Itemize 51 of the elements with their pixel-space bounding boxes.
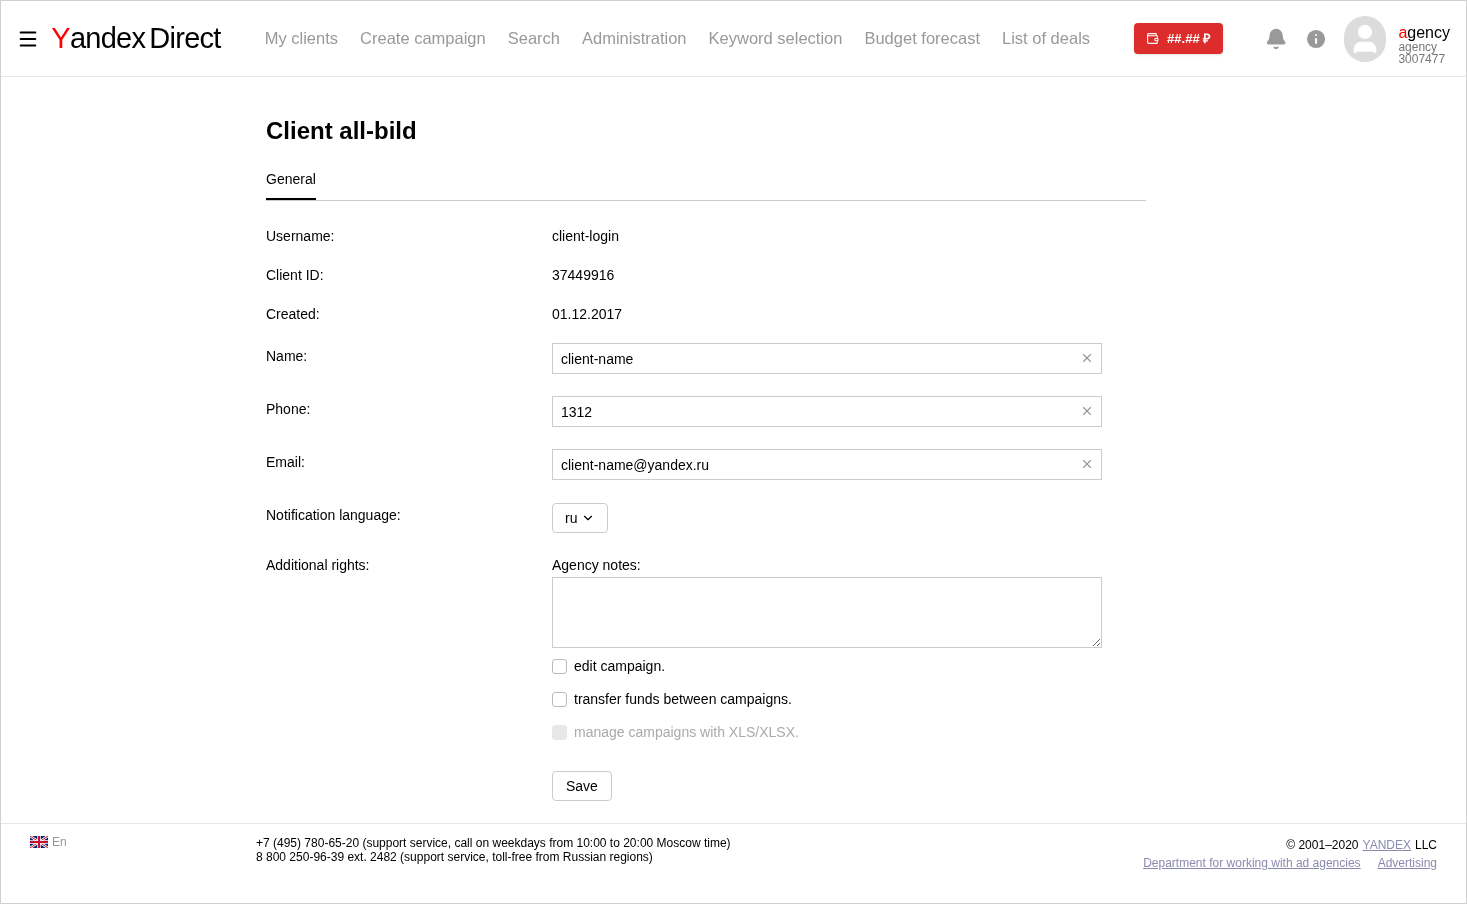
field-value: 01.12.2017 [552,305,623,324]
nav-link[interactable]: Keyword selection [708,26,843,51]
nav-link[interactable]: Create campaign [360,26,486,51]
nav-link[interactable]: My clients [264,26,339,51]
uk-flag-icon[interactable] [30,836,48,848]
user-name: agency [1398,24,1450,41]
company-link[interactable]: YANDEX [1362,838,1411,852]
balance-button[interactable]: ##.## ₽ [1134,23,1224,54]
field-value: 37449916 [552,266,615,285]
notes-label: Agency notes: [552,556,642,575]
notes-textarea[interactable] [552,577,1102,648]
company-suffix: LLC [1415,838,1437,852]
save-button[interactable]: Save [552,771,612,801]
clear-icon[interactable] [1080,351,1094,365]
wallet-icon [1146,32,1160,45]
checkbox-label: transfer funds between campaigns. [574,690,792,709]
field-label: Created: [266,305,321,324]
copyright: © 2001–2020 [1286,838,1359,852]
field-label: Email: [266,453,306,472]
clear-icon[interactable] [1080,404,1094,418]
page-title: Client all-bild [266,116,418,146]
input-field[interactable]: client-name@yandex.ru [552,449,1102,480]
nav-link[interactable]: Administration [582,26,687,51]
clear-icon[interactable] [1080,457,1094,471]
field-label: Username: [266,227,336,246]
input-field[interactable]: 1312 [552,396,1102,427]
user-id: 3007477 [1398,52,1447,65]
nav-link[interactable]: Budget forecast [864,26,980,51]
tab[interactable]: General [266,169,316,200]
support-phone: 8 800 250-96-39 ext. 2482 (support service, toll-free from Russian regions) [256,850,654,864]
language-link[interactable]: En [52,836,67,848]
user-role: agency [1398,40,1438,53]
notification-bell-icon[interactable] [1265,26,1288,51]
logo[interactable]: YandexDirect [51,24,221,53]
support-phone: +7 (495) 780-65-20 (support service, call on weekdays from 10:00 to 20:00 Moscow time) [256,836,731,850]
field-label: Additional rights: [266,556,371,575]
input-field[interactable]: client-name [552,343,1102,374]
footer-link[interactable]: Advertising [1377,856,1437,870]
checkbox[interactable] [552,659,567,674]
field-label: Notification language: [266,506,402,525]
nav-link[interactable]: List of deals [1002,26,1091,51]
footer-link[interactable]: Department for working with ad agencies [1143,856,1361,870]
checkbox-label: manage campaigns with XLS/XLSX. [574,723,799,742]
field-label: Phone: [266,400,312,419]
language-select[interactable]: ru [552,503,609,533]
nav-link[interactable]: Search [507,26,560,51]
field-label: Client ID: [266,266,325,285]
field-value: client-login [552,227,619,246]
checkbox-label: edit campaign. [574,657,666,676]
field-label: Name: [266,347,309,366]
checkbox[interactable] [552,692,567,707]
